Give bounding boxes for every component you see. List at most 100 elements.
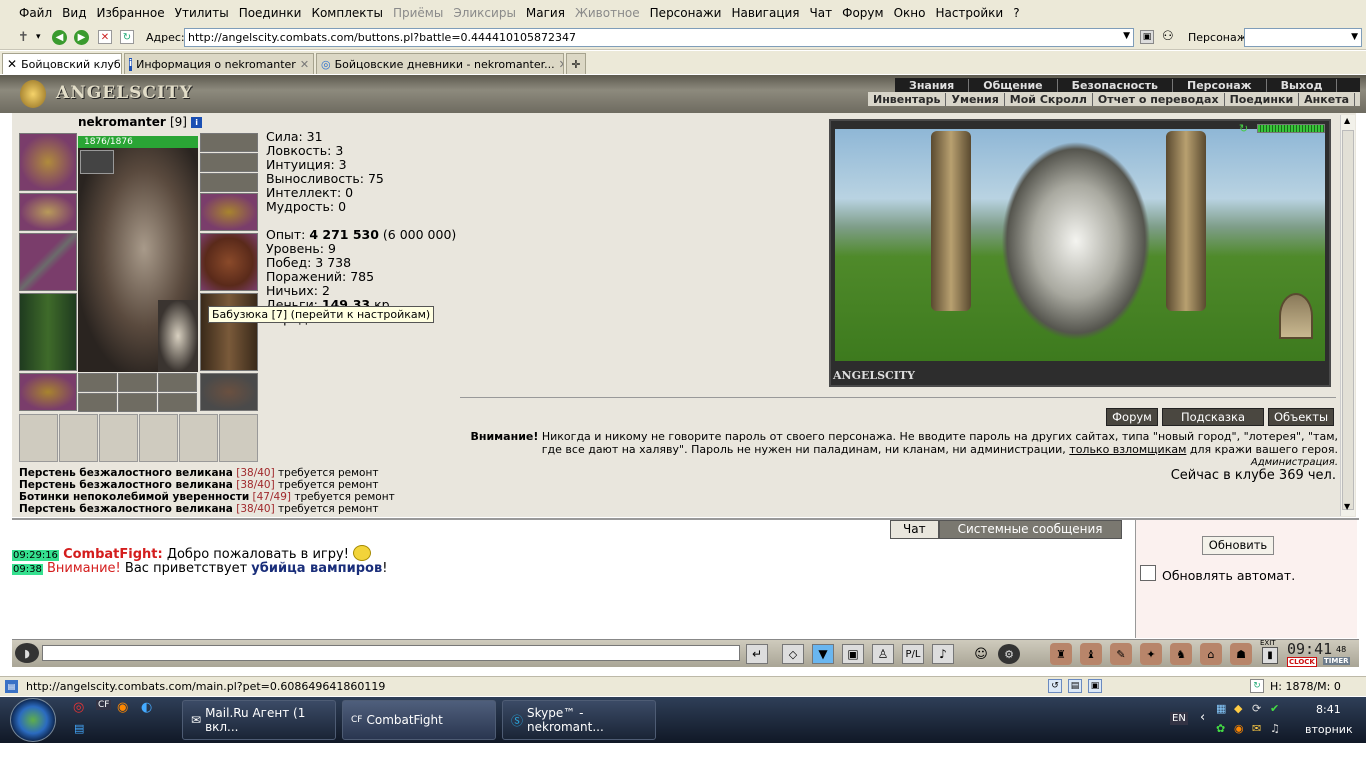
- nav-top-0[interactable]: Знания: [895, 78, 970, 92]
- tray-volume-icon[interactable]: ♫: [1270, 722, 1280, 735]
- refresh-icon[interactable]: ↻: [1239, 122, 1248, 135]
- nav-bottom-0[interactable]: Инвентарь: [868, 92, 947, 106]
- status-icon-3[interactable]: ▣: [1088, 679, 1102, 693]
- bag-slot-2[interactable]: [59, 414, 98, 462]
- helmet-slot[interactable]: [19, 133, 77, 191]
- group-icon[interactable]: ☗: [1230, 643, 1252, 665]
- gloves-slot[interactable]: [200, 193, 258, 231]
- quicklaunch-cf-icon[interactable]: CF: [96, 700, 112, 710]
- tray-security-icon[interactable]: ◆: [1234, 702, 1242, 715]
- pet-portrait[interactable]: [158, 300, 198, 372]
- close-icon[interactable]: ✕: [7, 57, 17, 71]
- tray-expand-icon[interactable]: ‹: [1200, 710, 1205, 725]
- rings-slot[interactable]: [200, 173, 258, 192]
- menu-item-16[interactable]: ?: [1008, 6, 1024, 20]
- menu-item-7[interactable]: Эликсиры: [448, 6, 521, 20]
- rune-slot-3[interactable]: [158, 373, 197, 392]
- sound-icon[interactable]: ♪: [932, 644, 954, 664]
- menu-item-11[interactable]: Навигация: [726, 6, 804, 20]
- nav-top-2[interactable]: Безопасность: [1058, 78, 1173, 92]
- bag-slot-5[interactable]: [179, 414, 218, 462]
- bracers-slot[interactable]: [19, 193, 77, 231]
- menu-item-3[interactable]: Утилиты: [170, 6, 234, 20]
- sync-icon[interactable]: ↻: [1250, 679, 1264, 693]
- chat-input[interactable]: [42, 645, 740, 661]
- smiley-icon[interactable]: ☺: [970, 644, 992, 664]
- menu-item-8[interactable]: Магия: [521, 6, 570, 20]
- menu-item-13[interactable]: Форум: [837, 6, 888, 20]
- chevron-down-icon[interactable]: ▼: [1123, 31, 1130, 41]
- armor-slot[interactable]: [19, 293, 77, 371]
- menu-item-4[interactable]: Поединки: [234, 6, 307, 20]
- chevron-down-icon[interactable]: ▼: [1351, 32, 1358, 42]
- pet-icon[interactable]: ♞: [1170, 643, 1192, 665]
- clock-button[interactable]: CLOCK: [1287, 657, 1317, 667]
- character-name[interactable]: nekromanter [9] i: [78, 115, 203, 129]
- menu-item-5[interactable]: Комплекты: [306, 6, 388, 20]
- nav-bottom-2[interactable]: Мой Скролл: [1005, 92, 1093, 106]
- bag-slot-6[interactable]: [219, 414, 258, 462]
- quicklaunch-extra-icon[interactable]: ▤: [74, 722, 84, 735]
- boots-slot[interactable]: [200, 373, 258, 411]
- back-icon[interactable]: ◀: [52, 30, 67, 45]
- rune-slot-1[interactable]: [78, 373, 117, 392]
- menu-item-0[interactable]: Файл: [14, 6, 57, 20]
- info-icon[interactable]: i: [191, 117, 203, 128]
- rune-slot-4[interactable]: [78, 393, 117, 412]
- earrings-slot[interactable]: [200, 133, 258, 152]
- menu-item-14[interactable]: Окно: [889, 6, 931, 20]
- tower-icon[interactable]: [1279, 293, 1313, 339]
- language-indicator[interactable]: EN: [1170, 712, 1188, 725]
- potion-icon[interactable]: ♝: [1080, 643, 1102, 665]
- chat-mode-icon[interactable]: ◗: [15, 643, 39, 663]
- task-combatfight[interactable]: CF CombatFight: [342, 700, 496, 740]
- weapon-slot[interactable]: [19, 233, 77, 291]
- close-icon[interactable]: ✕: [559, 58, 563, 71]
- dropdown-icon[interactable]: ▾: [36, 32, 41, 42]
- menu-item-15[interactable]: Настройки: [930, 6, 1008, 20]
- message-time[interactable]: 09:29:16: [12, 550, 59, 561]
- message-author[interactable]: CombatFight:: [63, 547, 163, 562]
- forum-button[interactable]: Форум: [1106, 408, 1158, 426]
- menu-item-12[interactable]: Чат: [805, 6, 838, 20]
- nav-top-4[interactable]: Выход: [1267, 78, 1338, 92]
- hackers-link[interactable]: только взломщикам: [1069, 443, 1186, 456]
- quicklaunch-firefox-icon[interactable]: ◉: [117, 700, 128, 715]
- tray-icq-icon[interactable]: ✿: [1216, 722, 1225, 735]
- private-icon[interactable]: P/L: [902, 644, 924, 664]
- hint-button[interactable]: Подсказка: [1162, 408, 1264, 426]
- nav-bottom-5[interactable]: Анкета: [1299, 92, 1355, 106]
- filter-icon[interactable]: ▼: [812, 644, 834, 664]
- nav-top-3[interactable]: Персонаж: [1173, 78, 1267, 92]
- tray-opera-icon[interactable]: ◉: [1234, 722, 1244, 735]
- exit-label[interactable]: EXIT: [1260, 639, 1276, 647]
- amulet-slot[interactable]: [200, 153, 258, 172]
- rune-slot-5[interactable]: [118, 393, 157, 412]
- person-icon[interactable]: ♙: [872, 644, 894, 664]
- magic-icon[interactable]: ✦: [1140, 643, 1162, 665]
- status-icon-2[interactable]: ▤: [1068, 679, 1082, 693]
- send-icon[interactable]: ↵: [746, 644, 768, 664]
- tab-chat[interactable]: Чат: [890, 520, 939, 539]
- close-icon[interactable]: ✕: [300, 58, 313, 71]
- timer-button[interactable]: TIMER: [1323, 657, 1350, 665]
- pin-icon[interactable]: ✝: [18, 30, 29, 45]
- bag-icon[interactable]: ♜: [1050, 643, 1072, 665]
- tab-system-messages[interactable]: Системные сообщения: [938, 520, 1122, 539]
- go-icon[interactable]: ▣: [1140, 30, 1154, 44]
- refresh-icon[interactable]: ↻: [120, 30, 134, 44]
- tab-info[interactable]: i Информация о nekromanter ✕: [124, 53, 314, 74]
- scroll-down-icon[interactable]: ▼: [1344, 502, 1350, 511]
- menu-item-6[interactable]: Приёмы: [388, 6, 448, 20]
- tray-status-icon[interactable]: ✔: [1270, 702, 1279, 715]
- stop-icon[interactable]: ✕: [98, 30, 112, 44]
- character-select[interactable]: ▼: [1244, 28, 1362, 47]
- tray-agent-icon[interactable]: ✉: [1252, 722, 1261, 735]
- belt-slot[interactable]: [19, 373, 77, 411]
- tab-combats[interactable]: ✕ Бойцовский клуб: [2, 53, 122, 74]
- menu-item-10[interactable]: Персонажи: [645, 6, 727, 20]
- task-skype[interactable]: Ⓢ Skype™ - nekromant...: [502, 700, 656, 740]
- content-scrollbar[interactable]: ▲ ▼: [1340, 115, 1355, 516]
- rune-slot-2[interactable]: [118, 373, 157, 392]
- menu-item-9[interactable]: Животное: [570, 6, 645, 20]
